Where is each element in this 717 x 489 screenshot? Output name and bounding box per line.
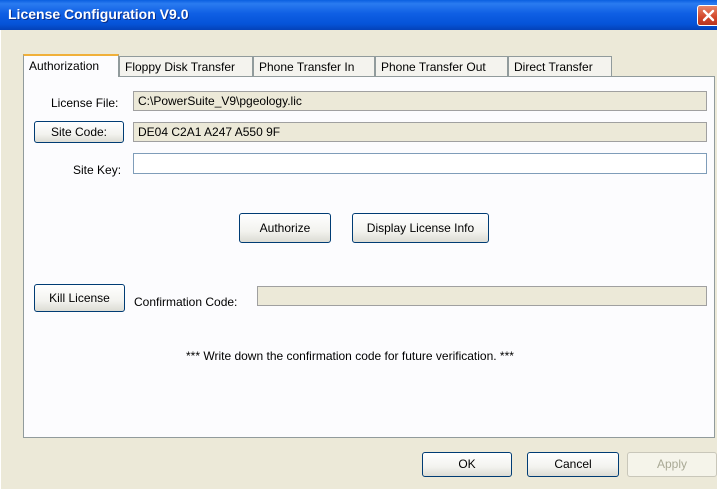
tab-label: Authorization xyxy=(29,59,100,73)
license-file-label: License File: xyxy=(51,96,119,110)
tab-label: Phone Transfer Out xyxy=(381,60,486,74)
confirmation-note: *** Write down the confirmation code for… xyxy=(186,349,514,363)
confirmation-code-field[interactable] xyxy=(257,286,707,306)
site-code-button[interactable]: Site Code: xyxy=(34,121,124,143)
site-key-input[interactable] xyxy=(133,153,707,174)
tab-phone-transfer-in[interactable]: Phone Transfer In xyxy=(253,56,375,76)
tab-label: Phone Transfer In xyxy=(259,60,355,74)
tab-label: Direct Transfer xyxy=(514,60,593,74)
tab-floppy-disk-transfer[interactable]: Floppy Disk Transfer xyxy=(119,56,253,76)
tab-phone-transfer-out[interactable]: Phone Transfer Out xyxy=(375,56,508,76)
close-button[interactable] xyxy=(697,5,717,26)
title-bar[interactable]: License Configuration V9.0 xyxy=(0,0,717,30)
license-file-field[interactable]: C:\PowerSuite_V9\pgeology.lic xyxy=(133,91,707,111)
site-key-label: Site Key: xyxy=(73,163,122,177)
dialog-body: Authorization Floppy Disk Transfer Phone… xyxy=(0,30,717,489)
window-title: License Configuration V9.0 xyxy=(8,6,189,22)
apply-button[interactable]: Apply xyxy=(627,452,717,477)
tab-label: Floppy Disk Transfer xyxy=(125,60,236,74)
tab-direct-transfer[interactable]: Direct Transfer xyxy=(508,56,612,76)
tab-authorization[interactable]: Authorization xyxy=(23,54,119,77)
ok-button[interactable]: OK xyxy=(422,452,512,477)
kill-license-button[interactable]: Kill License xyxy=(34,284,125,312)
confirmation-code-label: Confirmation Code: xyxy=(134,295,238,309)
site-code-field[interactable]: DE04 C2A1 A247 A550 9F xyxy=(133,122,707,142)
license-config-window: License Configuration V9.0 Authorization… xyxy=(0,0,717,489)
display-license-info-button[interactable]: Display License Info xyxy=(352,213,489,243)
close-icon xyxy=(702,9,715,22)
authorize-button[interactable]: Authorize xyxy=(239,213,331,243)
cancel-button[interactable]: Cancel xyxy=(527,452,619,477)
